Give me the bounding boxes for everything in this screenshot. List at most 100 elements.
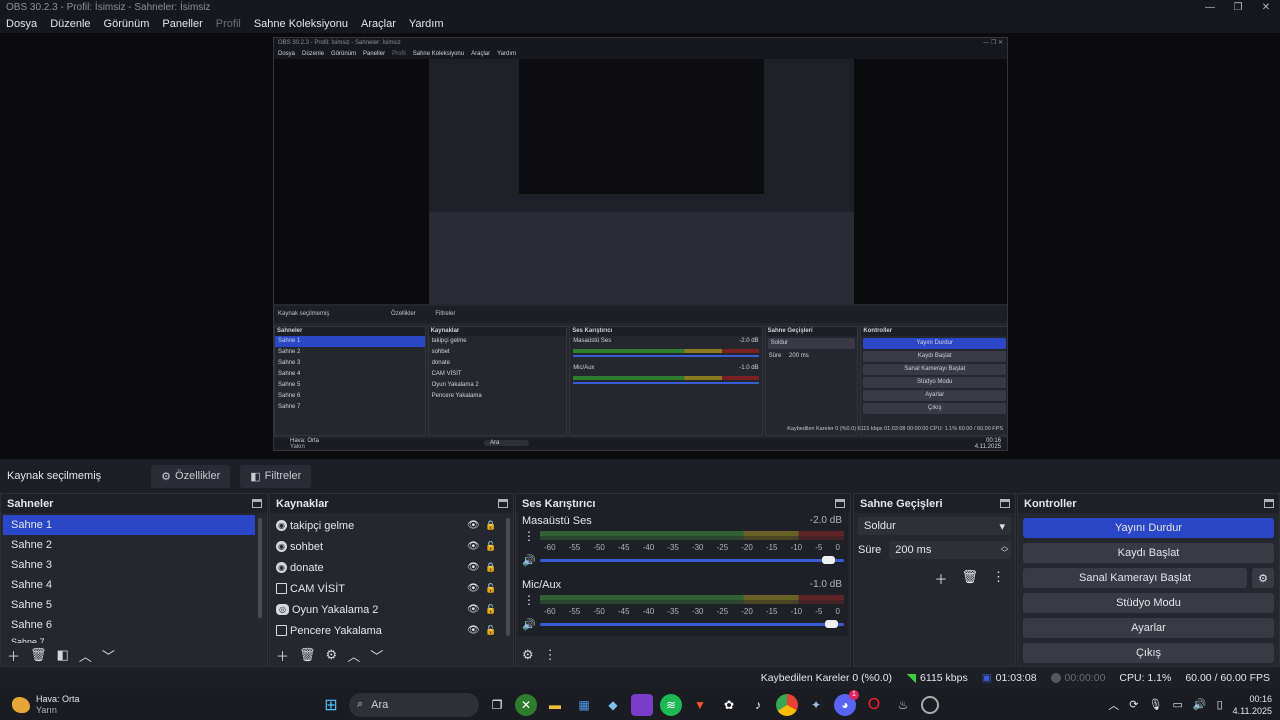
menu-gorunum[interactable]: Görünüm	[104, 18, 150, 30]
tiktok-icon[interactable]: ♪	[747, 694, 769, 716]
speaker-icon[interactable]: 🔊	[522, 554, 536, 567]
slider-knob[interactable]	[821, 556, 835, 564]
xbox-icon[interactable]: ✕	[515, 693, 537, 716]
source-item[interactable]: ◉ takipçi gelme 👁 🔒	[272, 515, 503, 536]
display-icon[interactable]: ▭	[1172, 698, 1182, 711]
discord-icon[interactable]: ◕ 1	[834, 689, 859, 716]
unlock-icon[interactable]: 🔓	[485, 583, 496, 594]
move-up-icon[interactable]: ︿	[79, 646, 92, 665]
lock-icon[interactable]: 🔒	[485, 520, 496, 531]
undock-icon[interactable]	[498, 499, 508, 508]
chrome-icon[interactable]	[776, 693, 798, 716]
move-down-icon[interactable]: ﹀	[370, 646, 383, 665]
menu-duzenle[interactable]: Düzenle	[50, 18, 90, 30]
scene-item[interactable]: Sahne 2	[3, 535, 255, 555]
folder-icon[interactable]: ▬	[544, 694, 566, 716]
scrollbar[interactable]	[506, 518, 510, 636]
stop-stream-button[interactable]: Yayını Durdur	[1023, 518, 1274, 538]
menu-yardim[interactable]: Yardım	[409, 18, 444, 30]
volume-slider[interactable]	[540, 556, 844, 564]
chevron-up-icon[interactable]: ︿	[1108, 697, 1119, 713]
speaker-icon[interactable]: 🔊	[522, 618, 536, 631]
undock-icon[interactable]	[1264, 499, 1274, 508]
scene-item[interactable]: Sahne 7	[3, 635, 255, 643]
obs-icon[interactable]	[921, 695, 939, 714]
scene-item[interactable]: Sahne 3	[3, 555, 255, 575]
add-icon[interactable]: ＋	[934, 569, 947, 588]
menu-araclar[interactable]: Araçlar	[361, 18, 396, 30]
close-icon[interactable]: ✕	[1252, 0, 1280, 15]
virtual-camera-button[interactable]: Sanal Kamerayı Başlat	[1023, 568, 1247, 588]
unlock-icon[interactable]: 🔓	[485, 541, 496, 552]
more-icon[interactable]: ⋮	[992, 569, 1005, 588]
slider-knob[interactable]	[824, 620, 838, 628]
scene-item[interactable]: Sahne 4	[3, 575, 255, 595]
scrollbar[interactable]	[258, 518, 262, 618]
spotify-icon[interactable]: ≋	[660, 693, 682, 716]
gear-icon[interactable]: ⚙	[1252, 568, 1274, 588]
undock-icon[interactable]	[835, 499, 845, 508]
filters-button[interactable]: ◧ Filtreler	[240, 464, 312, 488]
studio-mode-button[interactable]: Stüdyo Modu	[1023, 593, 1274, 613]
source-item[interactable]: ◉ sohbet 👁 🔓	[272, 536, 503, 557]
copilot-icon[interactable]: ◆	[602, 694, 624, 716]
eye-icon[interactable]: 👁	[467, 520, 480, 531]
battery-icon[interactable]: ▯	[1217, 698, 1223, 711]
opera-icon[interactable]: O	[863, 694, 885, 716]
settings-button[interactable]: Ayarlar	[1023, 618, 1274, 638]
purple-app-icon[interactable]	[631, 693, 653, 716]
menu-sahne-koleksiyonu[interactable]: Sahne Koleksiyonu	[254, 18, 348, 30]
start-record-button[interactable]: Kaydı Başlat	[1023, 543, 1274, 563]
windows-start-icon[interactable]: ⊞	[320, 694, 342, 716]
undock-icon[interactable]	[1000, 499, 1010, 508]
scene-item[interactable]: Sahne 6	[3, 615, 255, 635]
duration-input[interactable]: 200 ms ︿ ﹀	[889, 541, 1011, 559]
volume-icon[interactable]: 🔊	[1193, 698, 1207, 711]
menu-dosya[interactable]: Dosya	[6, 18, 37, 30]
filter-icon[interactable]: ◧	[57, 647, 69, 663]
eye-icon[interactable]: 👁	[467, 562, 480, 573]
source-item[interactable]: ◎ Oyun Yakalama 2 👁 🔓	[272, 599, 503, 620]
menu-paneller[interactable]: Paneller	[162, 18, 202, 30]
microphone-icon[interactable]: 🎙	[1148, 698, 1162, 711]
sync-icon[interactable]: ⟳	[1129, 698, 1138, 711]
volume-slider[interactable]	[540, 620, 844, 628]
source-item[interactable]: CAM VİSİT 👁 🔓	[272, 578, 503, 599]
source-item[interactable]: ◉ donate 👁 🔒	[272, 557, 503, 578]
brave-icon[interactable]: ▼	[689, 694, 711, 716]
unlock-icon[interactable]: 🔓	[485, 604, 496, 615]
minimize-icon[interactable]: —	[1196, 0, 1224, 15]
spinner-icon[interactable]: ︿ ﹀	[1001, 543, 1011, 557]
transition-select[interactable]: Soldur ▾	[858, 517, 1011, 535]
source-item[interactable]: Pencere Yakalama 👁 🔓	[272, 620, 503, 641]
weather-widget[interactable]: Hava: Orta Yarın	[0, 694, 300, 716]
lock-icon[interactable]: 🔒	[485, 562, 496, 573]
eye-icon[interactable]: 👁	[467, 541, 480, 552]
scene-item[interactable]: Sahne 5	[3, 595, 255, 615]
preview-canvas[interactable]: OBS 30.2.3 - Profil: İsimsiz - Sahneler:…	[0, 33, 1280, 459]
store-icon[interactable]: ▦	[573, 694, 595, 716]
trash-icon[interactable]: 🗑	[299, 647, 316, 663]
eye-icon[interactable]: 👁	[467, 625, 480, 636]
eye-icon[interactable]: 👁	[467, 583, 480, 594]
task-view-icon[interactable]: ❐	[486, 694, 508, 716]
maximize-icon[interactable]: ❐	[1224, 0, 1252, 15]
gear-icon[interactable]: ⚙	[326, 647, 338, 663]
scene-item[interactable]: Sahne 1	[3, 515, 255, 535]
add-icon[interactable]: ＋	[276, 646, 289, 665]
properties-button[interactable]: ⚙ Özellikler	[151, 464, 231, 488]
chatgpt-icon[interactable]: ✿	[718, 694, 740, 716]
move-down-icon[interactable]: ﹀	[102, 646, 115, 665]
taskbar-search[interactable]: ⌕ Ara	[349, 692, 479, 717]
move-up-icon[interactable]: ︿	[347, 646, 360, 665]
trash-icon[interactable]: 🗑	[961, 569, 978, 588]
trash-icon[interactable]: 🗑	[30, 647, 47, 663]
steam-icon[interactable]: ♨	[892, 694, 914, 716]
steam-alt-icon[interactable]: ✦	[805, 694, 827, 716]
unlock-icon[interactable]: 🔓	[485, 625, 496, 636]
undock-icon[interactable]	[252, 499, 262, 508]
clock[interactable]: 00:16 4.11.2025	[1233, 693, 1272, 717]
more-icon[interactable]: ⋮	[522, 529, 536, 543]
exit-button[interactable]: Çıkış	[1023, 643, 1274, 663]
eye-icon[interactable]: 👁	[467, 604, 480, 615]
